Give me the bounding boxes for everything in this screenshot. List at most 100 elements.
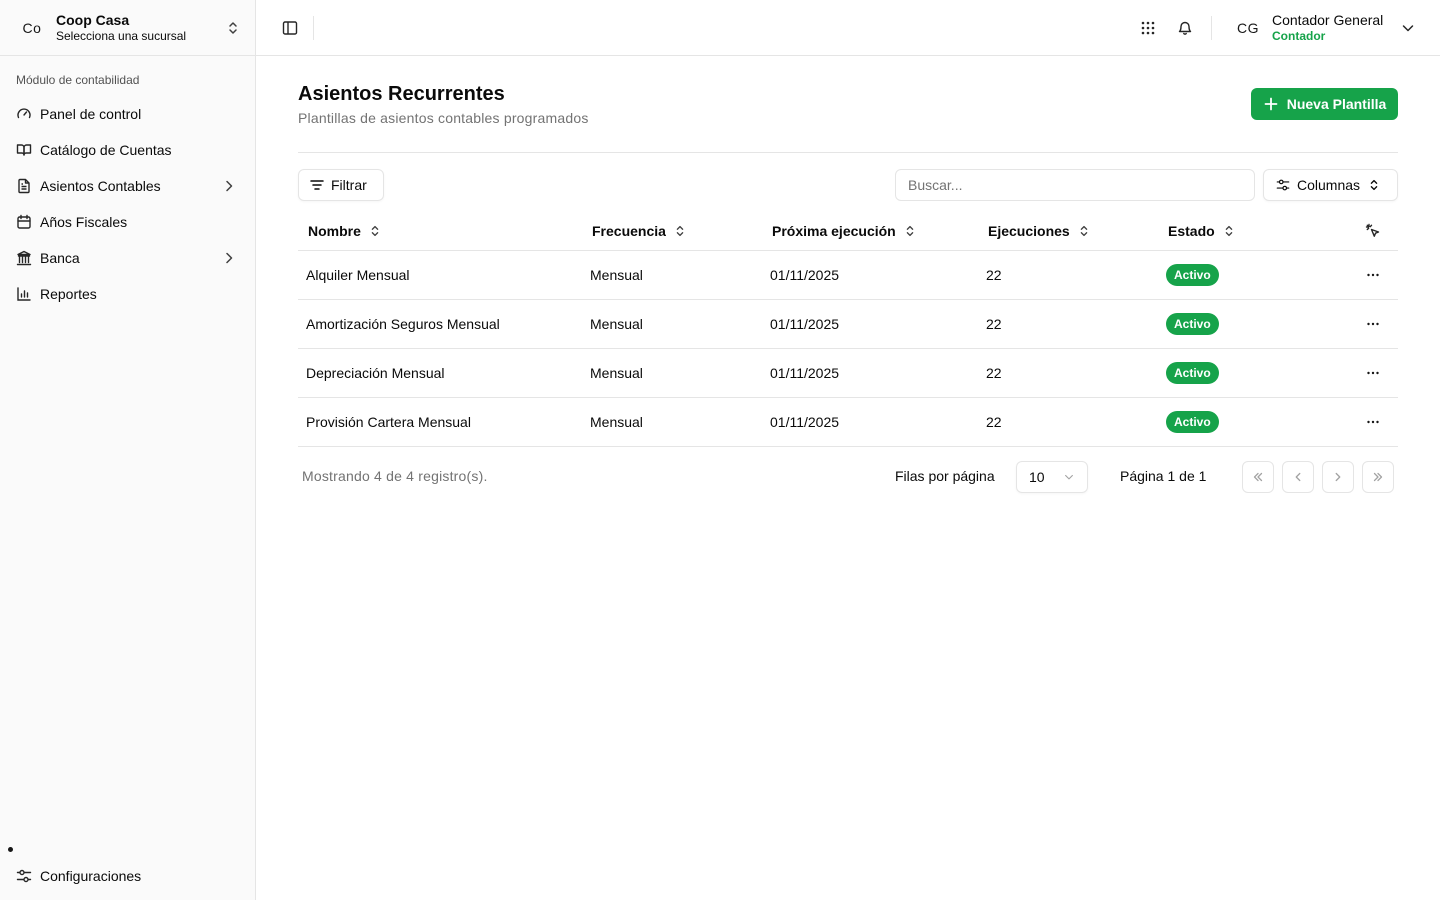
chevrons-left-icon [1251, 470, 1265, 484]
sort-icon [368, 224, 382, 238]
divider [298, 152, 1398, 153]
file-text-icon [16, 178, 32, 194]
filter-lines-icon [309, 177, 325, 193]
pointer-click-icon [1365, 223, 1381, 239]
user-role: Contador [1272, 29, 1326, 43]
column-header-nombre[interactable]: Nombre [298, 223, 582, 239]
cell-executions: 22 [986, 414, 1002, 430]
cell-executions: 22 [986, 365, 1002, 381]
calendar-icon [16, 214, 32, 230]
status-badge: Activo [1166, 411, 1219, 433]
org-name: Coop Casa [56, 11, 130, 28]
previous-page-button[interactable] [1282, 461, 1314, 493]
column-header-actions[interactable] [1348, 223, 1398, 239]
topbar: CG Contador General Contador [256, 0, 1440, 56]
header-label: Ejecuciones [988, 222, 1070, 239]
settings-sliders-icon [16, 868, 32, 884]
sidebar-item-configuraciones[interactable]: Configuraciones [8, 858, 248, 894]
chevron-right-icon [221, 178, 237, 194]
column-header-proxima-ejecucion[interactable]: Próxima ejecución [762, 223, 978, 239]
column-header-frecuencia[interactable]: Frecuencia [582, 223, 762, 239]
panel-left-icon [282, 20, 298, 36]
page-subtitle: Plantillas de asientos contables program… [298, 110, 589, 126]
status-badge: Activo [1166, 362, 1219, 384]
sidebar-toggle-button[interactable] [278, 16, 302, 40]
row-actions-button[interactable] [1348, 414, 1398, 430]
cell-next-run: 01/11/2025 [770, 267, 840, 283]
table-header: Nombre Frecuencia Próxima ejecución Ejec… [298, 211, 1398, 251]
table-row[interactable]: Amortización Seguros Mensual Mensual 01/… [298, 300, 1398, 349]
user-text: Contador General Contador [1272, 12, 1388, 44]
column-header-ejecuciones[interactable]: Ejecuciones [978, 223, 1158, 239]
cell-status: Activo [1158, 362, 1348, 384]
sidebar-item-reportes[interactable]: Reportes [8, 276, 247, 312]
settings-label: Configuraciones [40, 868, 142, 884]
notifications-button[interactable] [1173, 16, 1197, 40]
cell-status: Activo [1158, 313, 1348, 335]
more-horizontal-icon [1365, 316, 1381, 332]
chevron-right-icon [221, 250, 237, 266]
cell-executions: 22 [986, 316, 1002, 332]
column-header-estado[interactable]: Estado [1158, 223, 1348, 239]
new-template-label: Nueva Plantilla [1286, 96, 1387, 112]
table-row[interactable]: Alquiler Mensual Mensual 01/11/2025 22 A… [298, 251, 1398, 300]
columns-button[interactable]: Columnas [1263, 169, 1398, 201]
chevrons-up-down-icon [1367, 178, 1381, 192]
user-name: Contador General [1272, 12, 1384, 28]
sidebar-item-label: Asientos Contables [40, 178, 161, 194]
cell-name: Depreciación Mensual [306, 365, 445, 381]
filter-button[interactable]: Filtrar [298, 169, 384, 201]
sidebar-item-label: Panel de control [40, 106, 142, 122]
showing-count: Mostrando 4 de 4 registro(s). [302, 468, 488, 484]
rows-per-page-label: Filas por página [895, 468, 995, 484]
first-page-button[interactable] [1242, 461, 1274, 493]
sidebar-item-label: Reportes [40, 286, 97, 302]
apps-grid-button[interactable] [1136, 16, 1160, 40]
sidebar-item-panel-de-control[interactable]: Panel de control [8, 96, 247, 132]
cell-status: Activo [1158, 264, 1348, 286]
sort-icon [1077, 224, 1091, 238]
sidebar-item-asientos-contables[interactable]: Asientos Contables [8, 168, 247, 204]
avatar: CG [1237, 20, 1259, 36]
sidebar-item-label: Catálogo de Cuentas [40, 142, 172, 158]
cell-frequency: Mensual [590, 365, 643, 381]
cell-frequency: Mensual [590, 267, 643, 283]
cell-next-run: 01/11/2025 [770, 365, 840, 381]
cell-status: Activo [1158, 411, 1348, 433]
cell-next-run: 01/11/2025 [770, 316, 840, 332]
gauge-icon [16, 106, 32, 122]
cell-frequency: Mensual [590, 316, 643, 332]
sidebar-nav: Panel de control Catálogo de Cuentas Asi… [0, 96, 255, 312]
table-row[interactable]: Provisión Cartera Mensual Mensual 01/11/… [298, 398, 1398, 447]
header-label: Nombre [308, 222, 361, 239]
row-actions-button[interactable] [1348, 267, 1398, 283]
divider [1211, 16, 1212, 40]
last-page-button[interactable] [1362, 461, 1394, 493]
sidebar-item-catalogo-de-cuentas[interactable]: Catálogo de Cuentas [8, 132, 247, 168]
org-switcher[interactable]: Co Coop Casa Selecciona una sucursal [0, 0, 255, 56]
more-horizontal-icon [1365, 267, 1381, 283]
sort-icon [903, 224, 917, 238]
new-template-button[interactable]: Nueva Plantilla [1251, 88, 1398, 120]
sidebar-item-anos-fiscales[interactable]: Años Fiscales [8, 204, 247, 240]
user-menu[interactable]: CG Contador General Contador [1232, 8, 1432, 48]
row-actions-button[interactable] [1348, 316, 1398, 332]
rows-per-page-select[interactable]: 10 [1016, 461, 1088, 493]
header-label: Estado [1168, 222, 1215, 239]
search-input[interactable] [895, 169, 1255, 201]
row-actions-button[interactable] [1348, 365, 1398, 381]
next-page-button[interactable] [1322, 461, 1354, 493]
sidebar-item-label: Banca [40, 250, 80, 266]
sidebar-item-label: Años Fiscales [40, 214, 128, 230]
chevron-down-icon [1400, 20, 1416, 36]
bank-icon [16, 250, 32, 266]
table-row[interactable]: Depreciación Mensual Mensual 01/11/2025 … [298, 349, 1398, 398]
filter-label: Filtrar [331, 177, 367, 193]
chevron-down-icon [1063, 471, 1075, 483]
status-dot [8, 847, 13, 852]
pagination: Mostrando 4 de 4 registro(s). Filas por … [298, 461, 1398, 493]
chevrons-up-down-icon [225, 20, 241, 36]
status-badge: Activo [1166, 313, 1219, 335]
org-subtitle: Selecciona una sucursal [56, 28, 187, 43]
sidebar-item-banca[interactable]: Banca [8, 240, 247, 276]
